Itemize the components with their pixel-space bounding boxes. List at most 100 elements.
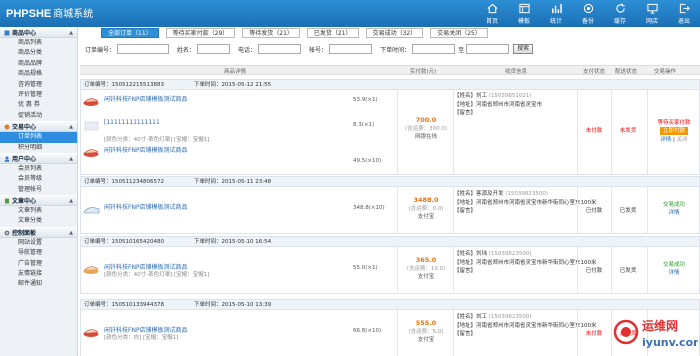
product-attr: [颜色分类：40寸-茶色灯罩] [宝帽：宝帽1] (104, 137, 210, 143)
op-status: 交易成功 (662, 202, 685, 208)
tab-success[interactable]: 交易成功（32） (365, 28, 424, 38)
sidebar-item[interactable]: 友情链接 (0, 269, 77, 279)
article-icon (4, 197, 10, 204)
search-button[interactable]: 搜索 (513, 44, 534, 54)
sidebar-item[interactable]: 文章分类 (0, 216, 77, 226)
tab-wait-ship[interactable]: 等待发货（21） (242, 28, 300, 38)
order-no-input[interactable] (117, 44, 170, 54)
to-label: 至 (458, 46, 465, 54)
template-icon (518, 3, 530, 14)
detail-link[interactable]: 详情 (649, 268, 699, 276)
gear-icon (4, 229, 10, 236)
ship-status: 已发货 (619, 268, 637, 274)
phone-input[interactable] (258, 44, 302, 54)
account-input[interactable] (329, 44, 373, 54)
sidebar-item[interactable]: 网站设置 (0, 238, 77, 248)
sidebar-group-user[interactable]: 用户中心 ▲ (0, 152, 77, 164)
order-amount: 3488.0 (含运费：0.0) 支付宝 (408, 196, 444, 220)
top-nav: 首页 模板 统计 备份 缓存 网店 退出 (476, 0, 700, 27)
chart-icon (551, 3, 562, 14)
name-input[interactable] (197, 44, 231, 54)
svg-text:运维网: 运维网 (642, 318, 678, 333)
time-label: 下单时间： (380, 46, 411, 54)
close-link[interactable]: 关闭 (677, 137, 688, 143)
sidebar-item[interactable]: 邮件通知 (0, 279, 77, 289)
logout-icon (679, 3, 690, 14)
pay-status: 未付款 (585, 331, 603, 337)
backup-icon (583, 3, 594, 14)
tab-wait-pay[interactable]: 等待买家付款（29） (165, 28, 236, 38)
order-tabs: 全部订单（11） 等待买家付款（29） 等待发货（21） 已发货（21） 交易成… (101, 28, 495, 38)
product-name[interactable]: [11111111111111 (104, 119, 160, 126)
account-label: 帐号： (309, 46, 328, 54)
order-amount: 700.0 (含运费：300.0) 网银在线 (404, 116, 448, 140)
sidebar-item-order-list[interactable]: 订单列表 (0, 132, 77, 143)
ship-status: 已发货 (619, 208, 637, 214)
product-item: 闲钎科技FNP店铺模板测试商品 49.5(×10) (83, 144, 383, 164)
shipping-info: 【姓名】刘工 (15039851021) 【地址】河南省郑州市河南省灵宝市 【留… (454, 93, 543, 116)
pay-now-button[interactable]: 立即付款 (659, 127, 688, 135)
logo[interactable]: PHPSHE 商城系统 (6, 5, 93, 20)
col-op: 交易操作 (654, 69, 677, 75)
nav-cache[interactable]: 缓存 (604, 0, 636, 27)
box-icon (4, 29, 10, 36)
sidebar-item[interactable]: 会员列表 (0, 164, 77, 174)
product-name[interactable]: 闲钎科技FNP店铺模板测试商品 (104, 202, 188, 211)
sidebar-item[interactable]: 咨询管理 (0, 80, 77, 90)
product-image[interactable] (83, 263, 100, 275)
product-image[interactable] (83, 95, 100, 107)
order-header: 订单编号：150510133944378 下单时间：2015-05-10 13:3… (81, 300, 699, 310)
sidebar-item[interactable]: 广告管理 (0, 259, 77, 269)
sidebar-item[interactable]: 商品品牌 (0, 59, 77, 69)
product-image[interactable] (83, 326, 100, 338)
sidebar-group-article[interactable]: 文章中心 ▲ (0, 195, 77, 207)
nav-shop[interactable]: 网店 (636, 0, 668, 27)
product-name[interactable]: 闲钎科技FNP店铺模板测试商品 (104, 94, 188, 103)
sidebar-group-trade[interactable]: 交易中心 ▲ (0, 121, 77, 133)
sidebar-item[interactable]: 商品规格 (0, 69, 77, 79)
sidebar-item[interactable]: 评价管理 (0, 90, 77, 100)
watermark-logo: 运维网 iyunv.com (612, 312, 700, 354)
sidebar-group-goods[interactable]: 商品中心 ▲ (0, 27, 77, 38)
sidebar-item[interactable]: 文章列表 (0, 206, 77, 216)
search-bar: 订单编号： 姓名： 电话： 帐号： 下单时间： 至 搜索 (85, 44, 534, 54)
product-name[interactable]: 闲钎科技FNP店铺模板测试商品 (104, 145, 188, 154)
detail-link[interactable]: 详情 (649, 208, 699, 216)
order-actions: 等待买家付款 立即付款 详情 | 关闭 (649, 118, 699, 143)
nav-backup[interactable]: 备份 (572, 0, 604, 27)
sidebar-group-control[interactable]: 控制面板 ▲ (0, 226, 77, 238)
order-row: 订单编号：150511234806572 下单时间：2015-05-11 23:4… (80, 176, 700, 234)
product-item: 闲钎科技FNP店铺模板测试商品 53.9(×1) (83, 93, 383, 111)
tab-shipped[interactable]: 已发货（21） (306, 28, 359, 38)
product-image[interactable] (83, 203, 100, 215)
sidebar-item[interactable]: 管理帐号 (0, 185, 77, 195)
sidebar-item[interactable]: 商品列表 (0, 38, 77, 48)
product-image[interactable] (83, 146, 100, 158)
nav-template[interactable]: 模板 (508, 0, 540, 27)
time-end-input[interactable] (466, 44, 510, 54)
time-start-input[interactable] (412, 44, 456, 54)
sidebar-item[interactable]: 商品分类 (0, 48, 77, 58)
tab-closed[interactable]: 交易关闭（25） (430, 28, 488, 38)
sidebar-item[interactable]: 促销活动 (0, 111, 77, 121)
sidebar-item[interactable]: 优 惠 券 (0, 100, 77, 110)
chevron-up-icon: ▲ (69, 30, 73, 36)
sidebar: 商品中心 ▲ 商品列表 商品分类 商品品牌 商品规格 咨询管理 评价管理 优 惠 … (0, 27, 78, 356)
col-ship: 配送状态 (615, 69, 638, 75)
col-addr: 收货信息 (505, 69, 528, 75)
trade-icon (4, 123, 10, 130)
nav-home[interactable]: 首页 (476, 0, 508, 27)
shipping-info: 【姓名】客源及开发 (15039823500) 【地址】河南省郑州市河南省灵宝市… (454, 191, 597, 214)
sidebar-item[interactable]: 导航管理 (0, 248, 77, 258)
sidebar-item[interactable]: 积分明细 (0, 143, 77, 153)
sidebar-item[interactable]: 会员等级 (0, 174, 77, 184)
cache-icon (615, 3, 626, 14)
detail-link[interactable]: 详情 (660, 137, 671, 143)
nav-stats[interactable]: 统计 (540, 0, 572, 27)
top-header: PHPSHE 商城系统 首页 模板 统计 备份 缓存 网店 退出 (0, 0, 700, 27)
table-header: 商品详情 实付款(元) 收货信息 支付状态 配送状态 交易操作 (80, 65, 700, 75)
nav-logout[interactable]: 退出 (668, 0, 700, 27)
chevron-up-icon: ▲ (69, 198, 73, 205)
shipping-info: 【姓名】刘工 (15039823500) 【地址】河南省郑州市河南省灵宝市新华街… (454, 314, 597, 337)
tab-all[interactable]: 全部订单（11） (101, 28, 159, 38)
